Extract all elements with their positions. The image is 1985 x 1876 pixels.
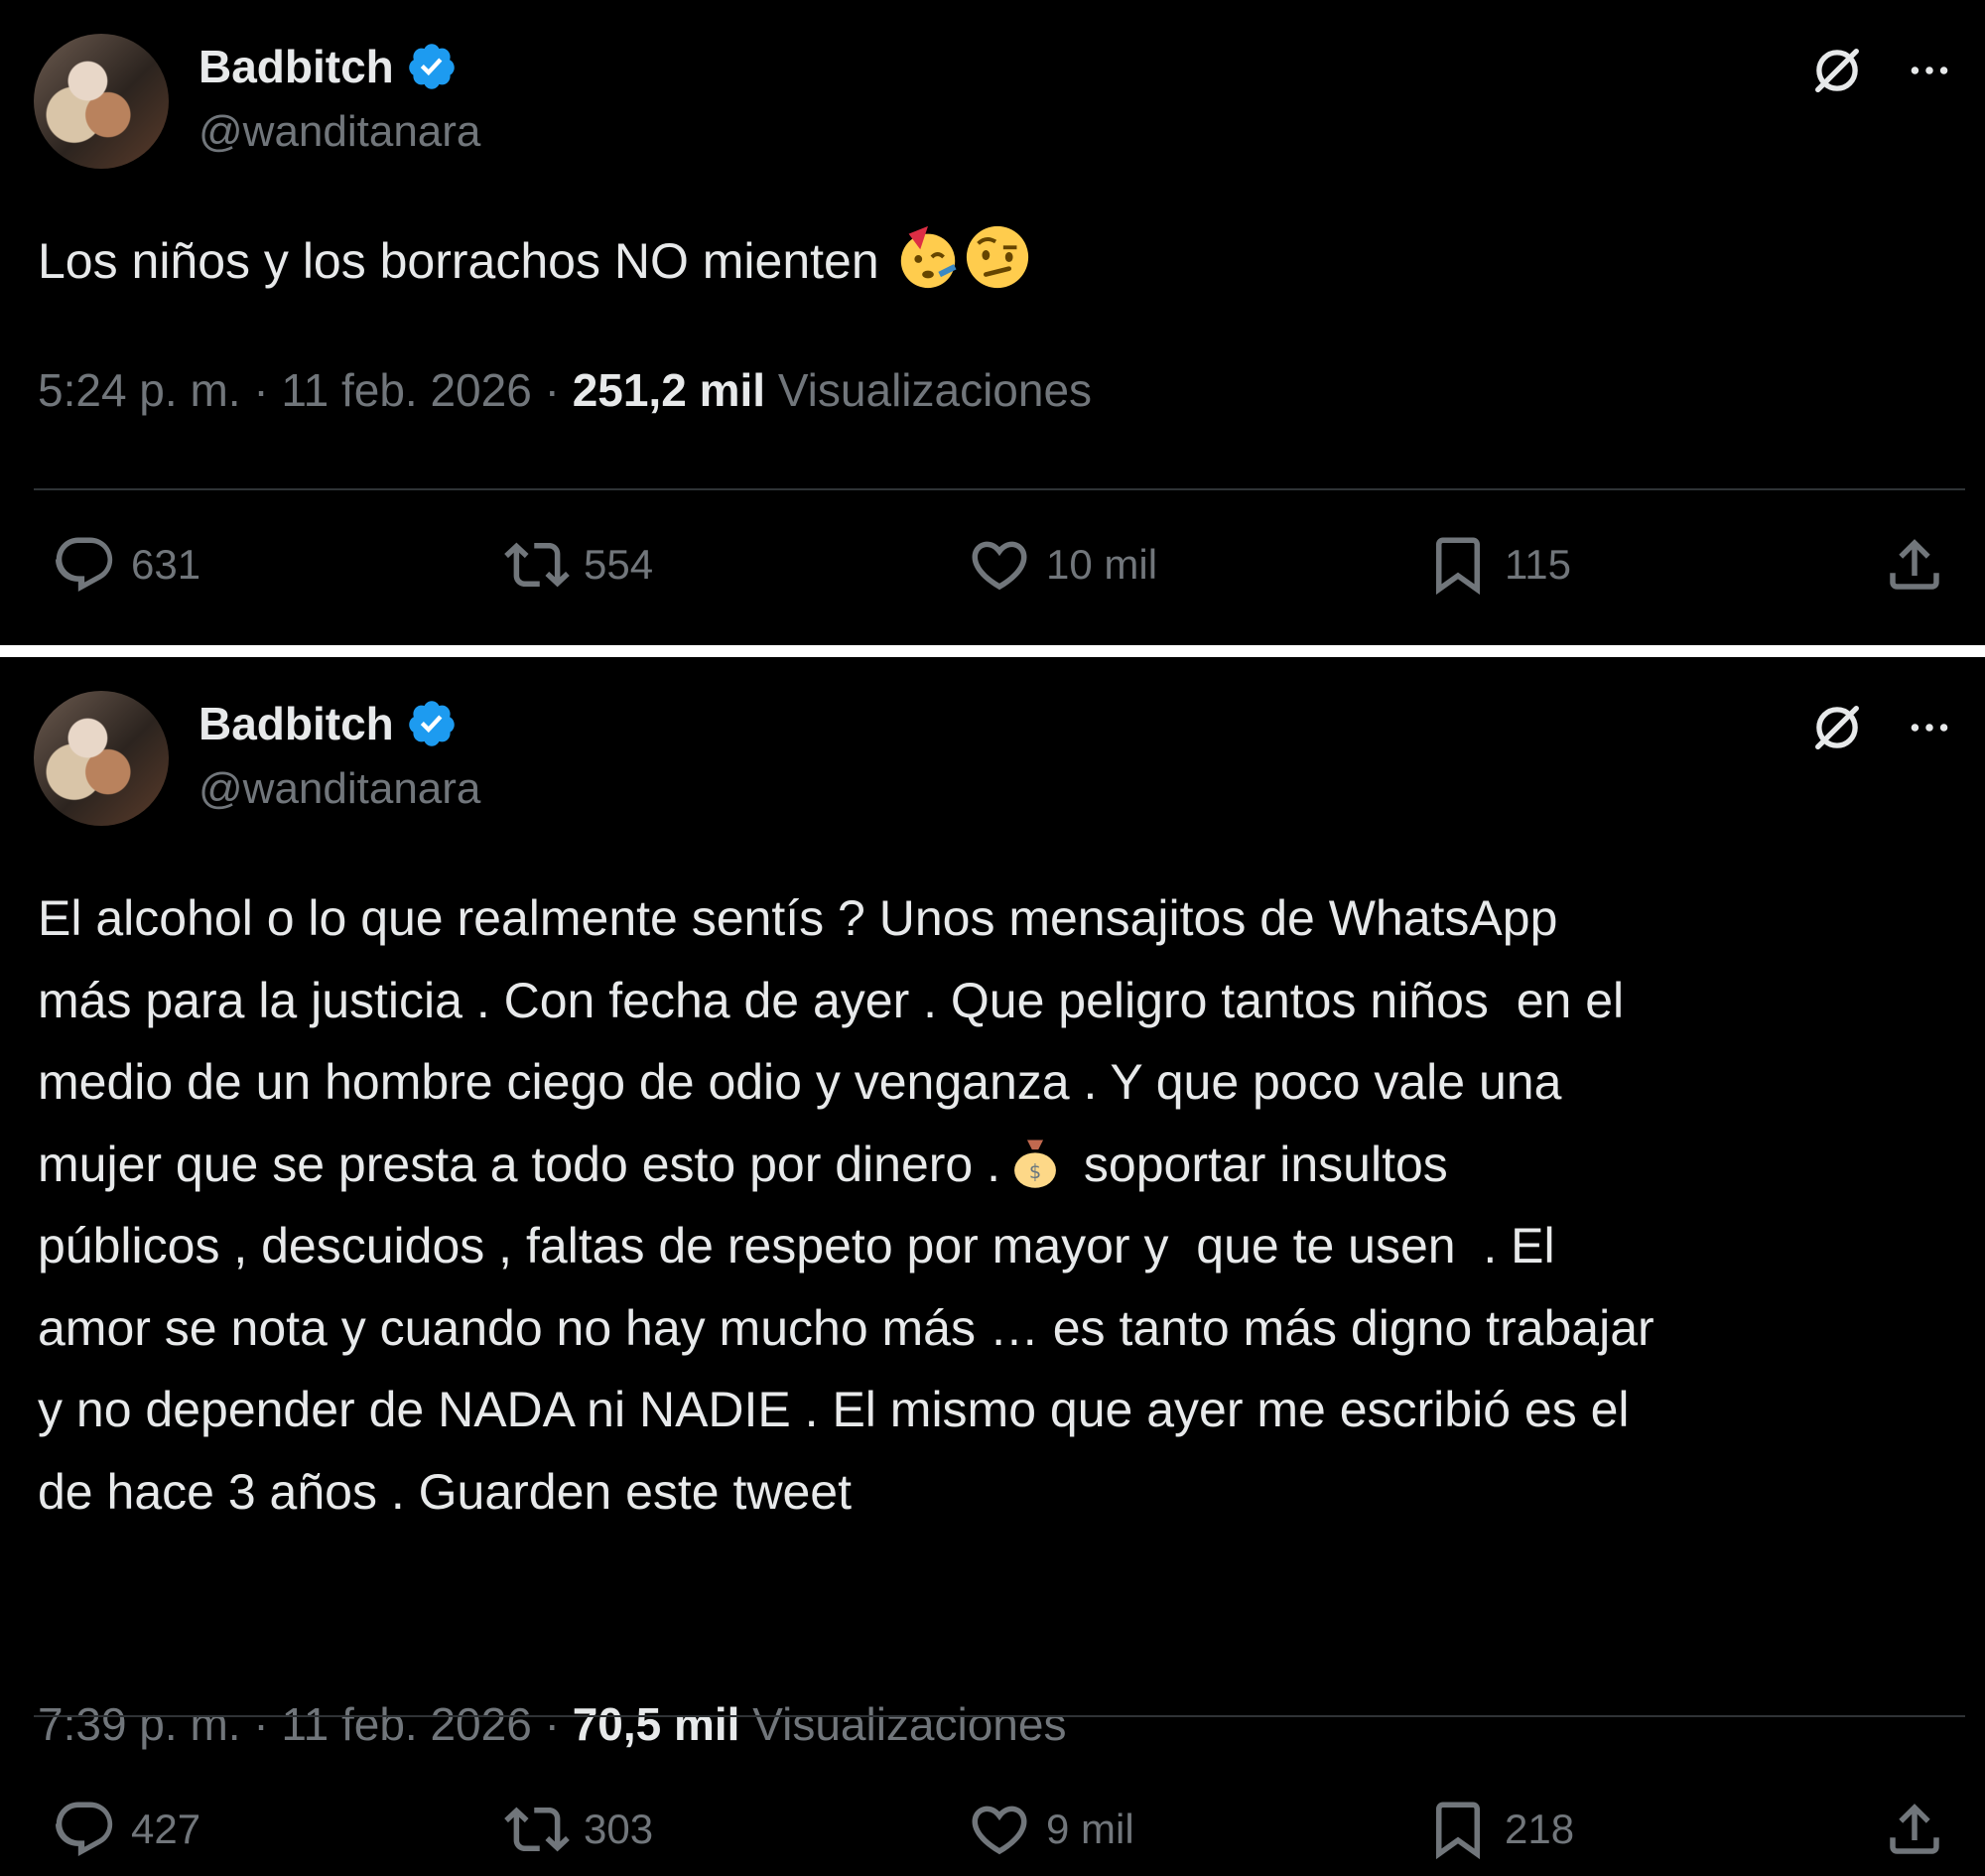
tweet-separator: [0, 645, 1985, 657]
repost-icon: [504, 542, 570, 588]
verified-badge-icon: [409, 701, 455, 746]
bookmark-count: 115: [1505, 541, 1571, 588]
reply-count: 631: [131, 541, 201, 588]
action-bar: 631 554 10 mil 115: [0, 532, 1985, 611]
bookmark-button[interactable]: 115: [1425, 532, 1571, 598]
share-button[interactable]: [1882, 1797, 1947, 1862]
action-bar: 427 303 9 mil 218: [0, 1797, 1985, 1876]
partying-face-icon: [900, 225, 957, 289]
face-with-raised-eyebrow-icon: [966, 225, 1028, 289]
money-bag-icon: $: [1014, 1139, 1056, 1188]
share-icon: [1890, 1804, 1939, 1854]
divider: [34, 488, 1965, 490]
reply-icon: [55, 1802, 113, 1857]
reply-count: 427: [131, 1806, 201, 1852]
bookmark-count: 218: [1505, 1806, 1575, 1852]
avatar[interactable]: [34, 34, 169, 169]
views-label: Visualizaciones: [752, 1698, 1067, 1750]
share-icon: [1890, 539, 1939, 590]
reply-button[interactable]: 631: [52, 532, 200, 598]
reply-button[interactable]: 427: [52, 1797, 200, 1862]
like-count: 9 mil: [1046, 1806, 1134, 1852]
tweet-meta: 7:39 p. m. · 11 feb. 2026 · 70,5 mil Vis…: [38, 1697, 1066, 1751]
tweet-timestamp[interactable]: 5:24 p. m. · 11 feb. 2026 ·: [38, 364, 560, 416]
more-options-icon[interactable]: [1902, 46, 1957, 95]
svg-text:$: $: [1029, 1160, 1041, 1183]
repost-button[interactable]: 554: [504, 532, 653, 598]
repost-count: 554: [584, 541, 654, 588]
author-name[interactable]: Badbitch: [198, 40, 394, 93]
author-handle[interactable]: @wanditanara: [198, 107, 480, 157]
heart-icon: [972, 541, 1027, 591]
grok-icon[interactable]: [1808, 42, 1866, 99]
share-button[interactable]: [1882, 532, 1947, 598]
view-count: 251,2 mil: [572, 364, 766, 416]
more-options-icon[interactable]: [1902, 703, 1957, 752]
bookmark-icon: [1436, 537, 1480, 596]
author-name[interactable]: Badbitch: [198, 697, 394, 750]
tweet-text: Los niños y los borrachos NO mienten: [38, 220, 1947, 302]
like-button[interactable]: 10 mil: [967, 532, 1157, 598]
bookmark-button[interactable]: 218: [1425, 1797, 1574, 1862]
views-label: Visualizaciones: [777, 364, 1093, 416]
tweet-1[interactable]: Badbitch @wanditanara Los niños y los bo…: [0, 0, 1985, 645]
repost-count: 303: [584, 1806, 654, 1852]
author-block: Badbitch @wanditanara: [198, 40, 480, 157]
tweet-meta: 5:24 p. m. · 11 feb. 2026 · 251,2 mil Vi…: [38, 363, 1092, 417]
tweet-text-body: Los niños y los borrachos NO mienten: [38, 233, 879, 289]
bookmark-icon: [1436, 1802, 1480, 1860]
repost-icon: [504, 1807, 570, 1852]
grok-icon[interactable]: [1808, 699, 1866, 756]
heart-icon: [972, 1806, 1027, 1855]
divider: [34, 1715, 1965, 1717]
view-count: 70,5 mil: [572, 1698, 740, 1750]
tweet-text: El alcohol o lo que realmente sentís ? U…: [38, 877, 1947, 1533]
reply-icon: [55, 537, 113, 593]
avatar[interactable]: [34, 691, 169, 826]
tweet-text-part-2: soportar insultos públicos , descuidos ,…: [38, 1136, 1654, 1520]
tweet-2[interactable]: Badbitch @wanditanara El alcohol o lo qu…: [0, 657, 1985, 1860]
author-handle[interactable]: @wanditanara: [198, 764, 480, 814]
like-button[interactable]: 9 mil: [967, 1797, 1134, 1862]
author-block: Badbitch @wanditanara: [198, 697, 480, 814]
verified-badge-icon: [409, 44, 455, 89]
like-count: 10 mil: [1046, 541, 1158, 588]
tweet-timestamp[interactable]: 7:39 p. m. · 11 feb. 2026 ·: [38, 1698, 560, 1750]
repost-button[interactable]: 303: [504, 1797, 653, 1862]
